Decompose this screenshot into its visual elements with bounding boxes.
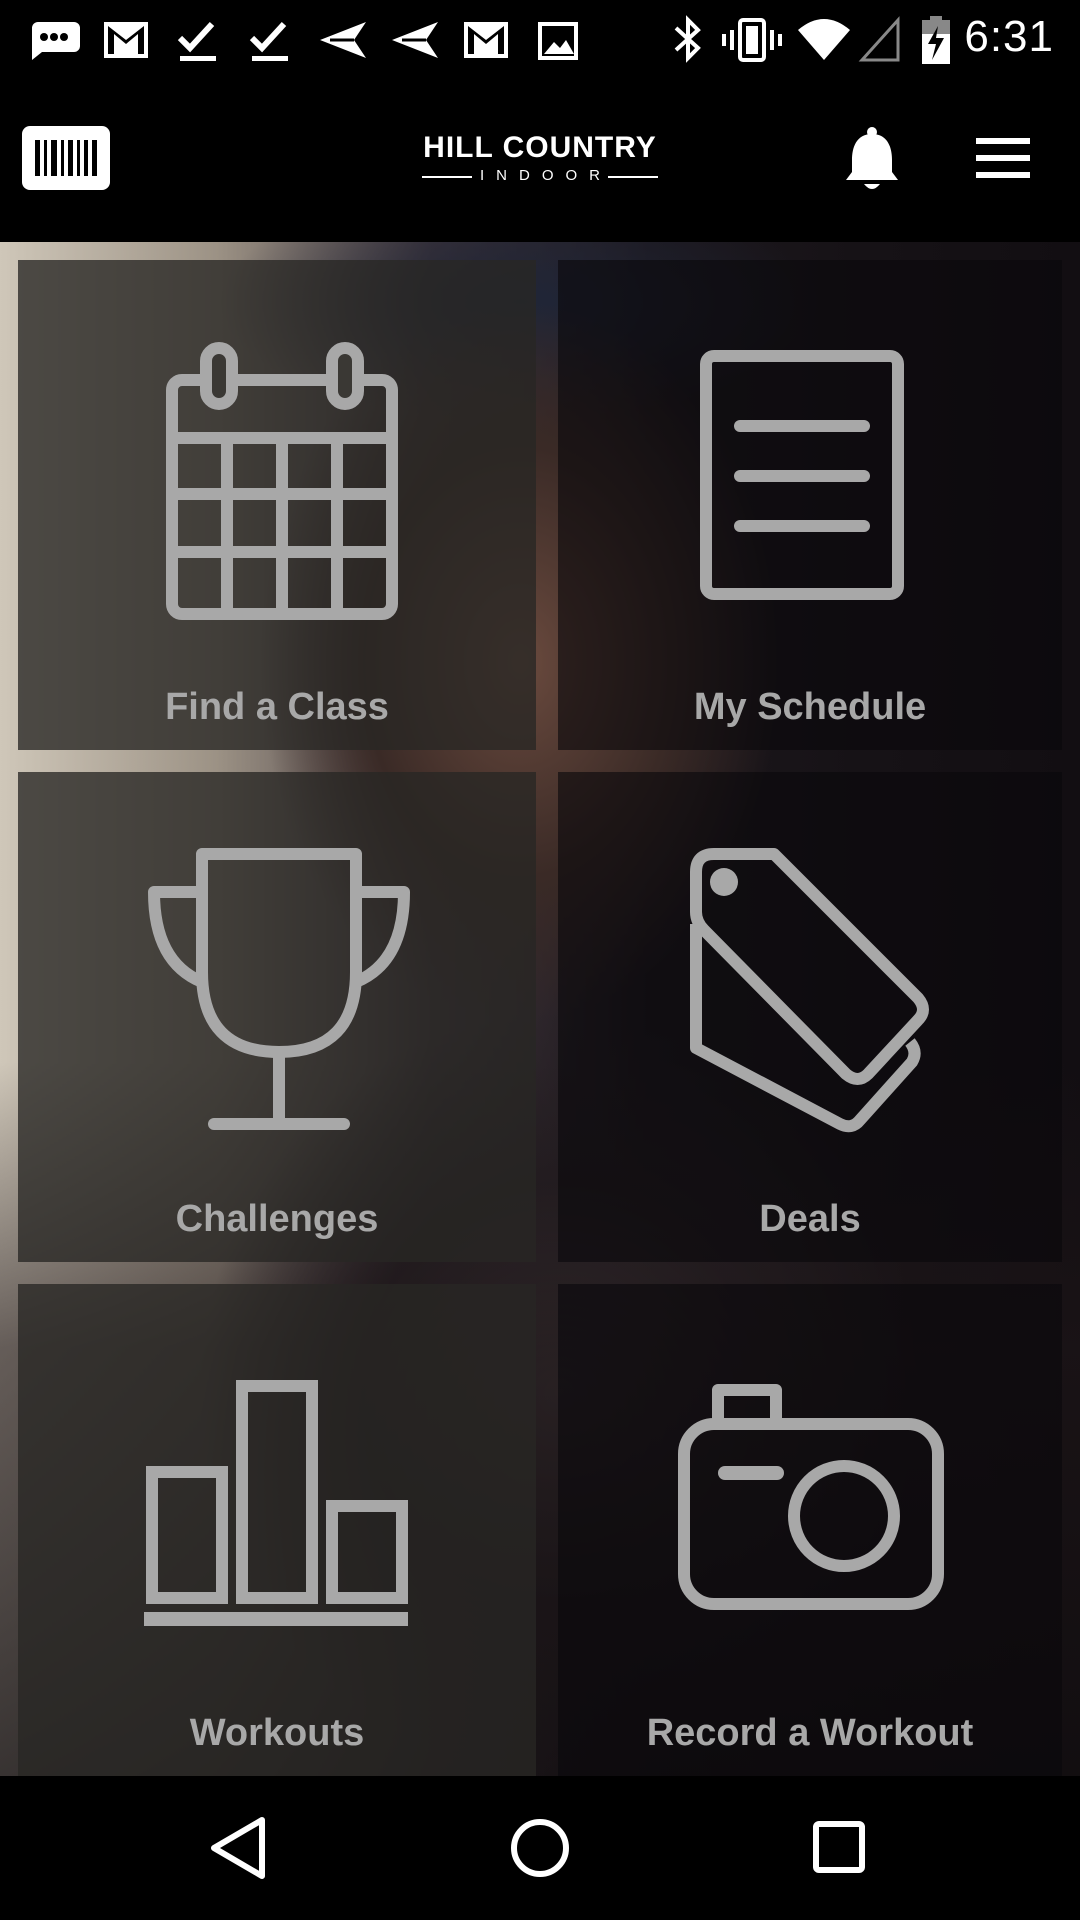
tile-label: Deals [759, 1198, 861, 1240]
app-bar: HILL COUNTRY INDOOR [0, 80, 1080, 242]
calendar-icon [166, 342, 398, 620]
camera-icon [678, 1384, 944, 1610]
price-tag-icon [690, 848, 929, 1133]
bluetooth-icon [670, 14, 706, 66]
status-bar: 6:31 [0, 0, 1080, 80]
logo-subtitle-row: INDOOR [400, 166, 680, 186]
barcode-icon [35, 140, 97, 176]
gmail-icon [100, 14, 152, 66]
tile-my-schedule[interactable]: My Schedule [558, 260, 1062, 750]
tile-label: Record a Workout [646, 1712, 974, 1754]
logo-subtitle: INDOOR [480, 167, 612, 184]
signal-icon [858, 14, 902, 66]
bell-icon [846, 127, 898, 189]
tile-label: Workouts [189, 1712, 365, 1754]
barcode-button[interactable] [22, 126, 110, 190]
tile-label: Find a Class [165, 686, 389, 728]
send-icon [388, 14, 442, 66]
home-button[interactable] [504, 1812, 576, 1884]
wifi-icon [796, 14, 852, 66]
image-icon [536, 14, 580, 66]
tile-label: My Schedule [693, 686, 927, 728]
check-icon [246, 14, 292, 66]
battery-charging-icon [920, 14, 952, 66]
trophy-icon [148, 848, 410, 1130]
app-logo: HILL COUNTRY INDOOR [400, 132, 680, 186]
tile-deals[interactable]: Deals [558, 772, 1062, 1262]
back-button[interactable] [204, 1812, 276, 1884]
check-icon [174, 14, 220, 66]
menu-button[interactable] [974, 136, 1032, 180]
back-icon [211, 1817, 265, 1879]
notifications-button[interactable] [842, 126, 902, 196]
navigation-bar [0, 1776, 1080, 1920]
vibrate-icon [722, 14, 782, 66]
tile-find-a-class[interactable]: Find a Class [18, 260, 536, 750]
bar-chart-icon [144, 1380, 408, 1626]
tile-label: Challenges [175, 1198, 379, 1240]
tile-record-a-workout[interactable]: Record a Workout [558, 1284, 1062, 1776]
logo-divider-left [422, 176, 472, 178]
status-time: 6:31 [964, 12, 1054, 61]
tile-challenges[interactable]: Challenges [18, 772, 536, 1262]
recents-icon [813, 1821, 865, 1873]
logo-divider-right [608, 176, 658, 178]
tile-workouts[interactable]: Workouts [18, 1284, 536, 1776]
dashboard-grid: Find a Class My Schedule Challenges Deal… [0, 242, 1080, 1776]
recents-button[interactable] [804, 1812, 876, 1884]
document-icon [700, 350, 904, 600]
screen: 6:31 HILL COUNTRY INDOOR Find a Class My… [0, 0, 1080, 1920]
chat-notification-icon [26, 14, 82, 66]
gmail-icon [460, 14, 512, 66]
home-icon [511, 1819, 569, 1877]
logo-title: HILL COUNTRY [423, 131, 657, 164]
send-icon [316, 14, 370, 66]
hamburger-menu-icon [976, 138, 1030, 178]
